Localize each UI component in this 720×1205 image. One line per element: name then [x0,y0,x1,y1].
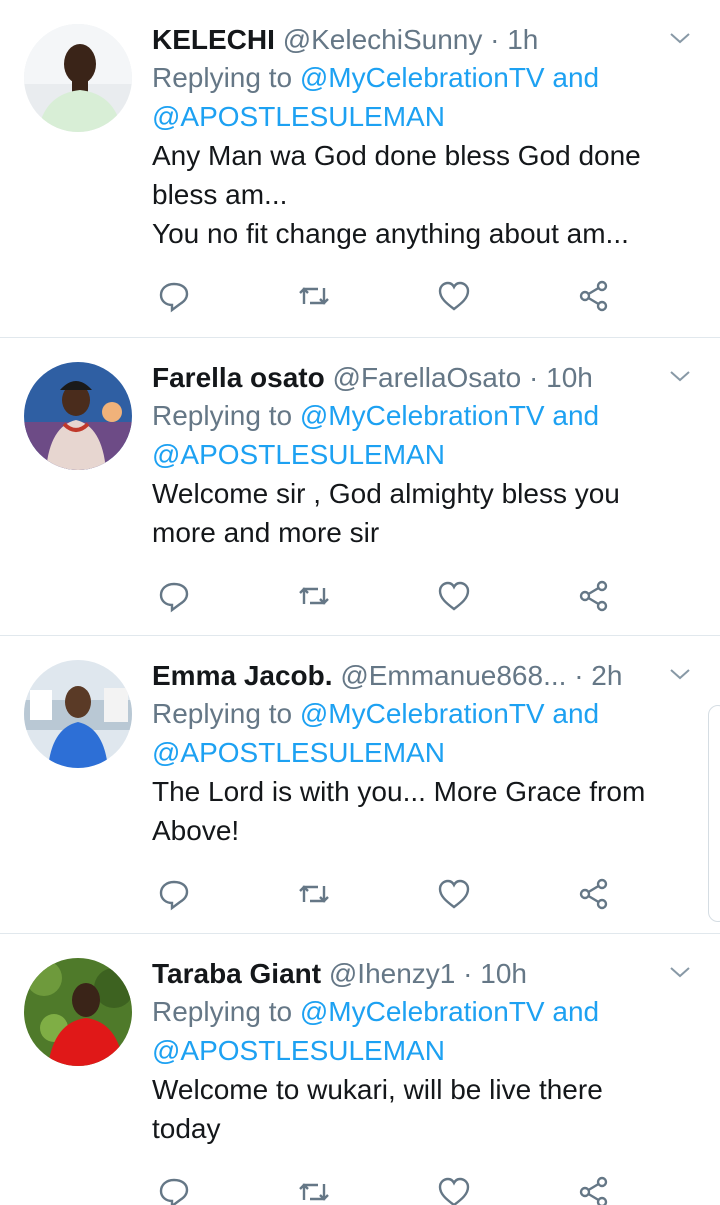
mention-link[interactable]: @MyCelebrationTV and [300,62,599,93]
retweet-icon[interactable] [296,278,332,314]
user-handle[interactable]: @Emmanue868... [340,660,566,691]
mention-link[interactable]: @MyCelebrationTV and [300,698,599,729]
mention-link[interactable]: @APOSTLESULEMAN [152,737,445,768]
user-handle[interactable]: @KelechiSunny [283,24,483,55]
timestamp[interactable]: 1h [507,24,538,55]
tweet-item[interactable]: Taraba Giant @Ihenzy1 · 10h Replying to … [0,934,720,1205]
reply-icon[interactable] [156,578,192,614]
tweet-actions [152,876,632,916]
share-icon[interactable] [576,1174,612,1205]
avatar[interactable] [24,958,132,1066]
separator-dot: · [463,958,473,989]
display-name[interactable]: Taraba Giant [152,958,321,989]
separator-dot: · [529,362,539,393]
tweet-item[interactable]: KELECHI @KelechiSunny · 1h Replying to @… [0,0,720,338]
heart-icon[interactable] [436,1174,472,1205]
tweet-text: The Lord is with you... More Grace from … [152,776,646,846]
avatar[interactable] [24,362,132,470]
reply-icon[interactable] [156,1174,192,1205]
mention-link[interactable]: @APOSTLESULEMAN [152,439,445,470]
retweet-icon[interactable] [296,578,332,614]
user-handle[interactable]: @Ihenzy1 [329,958,456,989]
tweet-actions [152,278,632,318]
mention-link[interactable]: @APOSTLESULEMAN [152,1035,445,1066]
chevron-down-icon[interactable] [668,26,692,50]
replying-prefix: Replying to [152,400,293,431]
display-name[interactable]: Emma Jacob. [152,660,333,691]
share-icon[interactable] [576,278,612,314]
display-name[interactable]: Farella osato [152,362,325,393]
heart-icon[interactable] [436,578,472,614]
chevron-down-icon[interactable] [668,364,692,388]
replying-to: Replying to @MyCelebrationTV and @APOSTL… [152,992,700,1070]
tweet-text: Welcome sir , God almighty bless you mor… [152,478,620,548]
mention-link[interactable]: @MyCelebrationTV and [300,400,599,431]
replying-prefix: Replying to [152,62,293,93]
reply-icon[interactable] [156,876,192,912]
share-icon[interactable] [576,578,612,614]
retweet-icon[interactable] [296,876,332,912]
user-handle[interactable]: @FarellaOsato [333,362,522,393]
separator-dot: · [490,24,500,55]
replying-to: Replying to @MyCelebrationTV and @APOSTL… [152,396,700,474]
mention-link[interactable]: @APOSTLESULEMAN [152,101,445,132]
timestamp[interactable]: 2h [591,660,622,691]
avatar[interactable] [24,24,132,132]
reply-feed: KELECHI @KelechiSunny · 1h Replying to @… [0,0,720,1205]
scroll-handle[interactable] [708,705,720,922]
tweet-header: Farella osato @FarellaOsato · 10h [152,360,700,396]
timestamp[interactable]: 10h [546,362,593,393]
display-name[interactable]: KELECHI [152,24,275,55]
chevron-down-icon[interactable] [668,662,692,686]
tweet-item[interactable]: Farella osato @FarellaOsato · 10h Replyi… [0,338,720,636]
retweet-icon[interactable] [296,1174,332,1205]
replying-prefix: Replying to [152,996,293,1027]
mention-link[interactable]: @MyCelebrationTV and [300,996,599,1027]
chevron-down-icon[interactable] [668,960,692,984]
tweet-text: Any Man wa God done bless God done bless… [152,140,641,249]
tweet-header: KELECHI @KelechiSunny · 1h [152,22,700,58]
heart-icon[interactable] [436,278,472,314]
replying-to: Replying to @MyCelebrationTV and @APOSTL… [152,58,700,136]
separator-dot: · [574,660,584,691]
replying-prefix: Replying to [152,698,293,729]
tweet-text: Welcome to wukari, will be live there to… [152,1074,603,1144]
avatar[interactable] [24,660,132,768]
replying-to: Replying to @MyCelebrationTV and @APOSTL… [152,694,700,772]
tweet-header: Taraba Giant @Ihenzy1 · 10h [152,956,700,992]
tweet-actions [152,1174,632,1205]
timestamp[interactable]: 10h [480,958,527,989]
tweet-item[interactable]: Emma Jacob. @Emmanue868... · 2h Replying… [0,636,720,934]
tweet-header: Emma Jacob. @Emmanue868... · 2h [152,658,700,694]
reply-icon[interactable] [156,278,192,314]
heart-icon[interactable] [436,876,472,912]
tweet-actions [152,578,632,618]
share-icon[interactable] [576,876,612,912]
